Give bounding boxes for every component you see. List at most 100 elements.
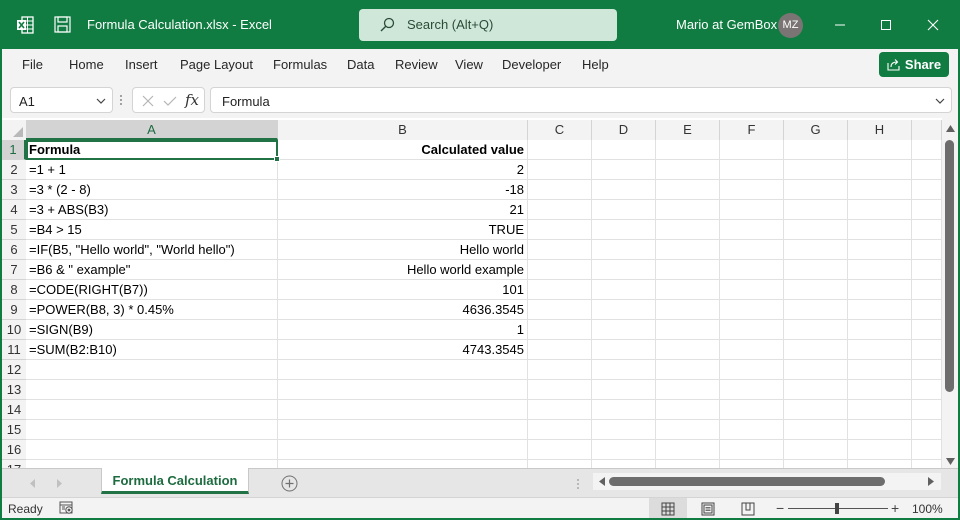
cell-g12[interactable] — [784, 360, 848, 380]
cell-a17[interactable] — [26, 460, 278, 468]
column-header-f[interactable]: F — [720, 120, 784, 140]
cell-c11[interactable] — [528, 340, 592, 360]
worksheet-grid[interactable]: A B C D E F G H 1 Formula Calculated value… — [2, 118, 958, 468]
menu-formulas[interactable]: Formulas — [273, 57, 327, 72]
cell-c14[interactable] — [528, 400, 592, 420]
cell-g4[interactable] — [784, 200, 848, 220]
cell-f6[interactable] — [720, 240, 784, 260]
cell-d7[interactable] — [592, 260, 656, 280]
cell-g2[interactable] — [784, 160, 848, 180]
menu-home[interactable]: Home — [69, 57, 104, 72]
column-header-h[interactable]: H — [848, 120, 912, 140]
cell-c5[interactable] — [528, 220, 592, 240]
normal-view-button[interactable] — [649, 498, 687, 519]
column-header-a[interactable]: A — [26, 120, 278, 140]
column-header-g[interactable]: G — [784, 120, 848, 140]
row-header-12[interactable]: 12 — [2, 360, 26, 380]
cell-i5[interactable] — [912, 220, 942, 240]
cell-i3[interactable] — [912, 180, 942, 200]
scroll-down-icon[interactable] — [946, 458, 955, 466]
menu-view[interactable]: View — [455, 57, 483, 72]
menu-review[interactable]: Review — [395, 57, 438, 72]
zoom-level[interactable]: 100% — [912, 502, 943, 516]
enter-check-icon[interactable] — [163, 94, 177, 108]
cell-b16[interactable] — [278, 440, 528, 460]
cell-h2[interactable] — [848, 160, 912, 180]
select-all-button[interactable] — [2, 120, 26, 140]
expand-formula-bar-icon[interactable] — [935, 96, 945, 106]
cell-e12[interactable] — [656, 360, 720, 380]
row-header-10[interactable]: 10 — [2, 320, 26, 340]
cell-g5[interactable] — [784, 220, 848, 240]
close-button[interactable] — [910, 8, 956, 42]
page-layout-view-button[interactable] — [689, 498, 727, 519]
cell-c1[interactable] — [528, 140, 592, 160]
cell-f3[interactable] — [720, 180, 784, 200]
cell-i6[interactable] — [912, 240, 942, 260]
cell-h14[interactable] — [848, 400, 912, 420]
row-header-6[interactable]: 6 — [2, 240, 26, 260]
column-header-c[interactable]: C — [528, 120, 592, 140]
cell-a9[interactable]: =POWER(B8, 3) * 0.45% — [26, 300, 278, 320]
cell-h10[interactable] — [848, 320, 912, 340]
zoom-slider-thumb[interactable] — [835, 503, 839, 514]
cell-d17[interactable] — [592, 460, 656, 468]
cell-d6[interactable] — [592, 240, 656, 260]
cell-d12[interactable] — [592, 360, 656, 380]
row-header-5[interactable]: 5 — [2, 220, 26, 240]
add-sheet-icon[interactable] — [281, 475, 298, 492]
cell-g15[interactable] — [784, 420, 848, 440]
cell-c10[interactable] — [528, 320, 592, 340]
cell-a10[interactable]: =SIGN(B9) — [26, 320, 278, 340]
cell-d8[interactable] — [592, 280, 656, 300]
cell-g14[interactable] — [784, 400, 848, 420]
cell-c4[interactable] — [528, 200, 592, 220]
cell-h9[interactable] — [848, 300, 912, 320]
cell-h6[interactable] — [848, 240, 912, 260]
cell-d1[interactable] — [592, 140, 656, 160]
search-box[interactable]: Search (Alt+Q) — [359, 9, 617, 41]
row-header-2[interactable]: 2 — [2, 160, 26, 180]
cell-e7[interactable] — [656, 260, 720, 280]
cell-i1[interactable] — [912, 140, 942, 160]
cell-e4[interactable] — [656, 200, 720, 220]
row-header-8[interactable]: 8 — [2, 280, 26, 300]
save-icon[interactable] — [54, 16, 71, 33]
cell-e8[interactable] — [656, 280, 720, 300]
cell-c8[interactable] — [528, 280, 592, 300]
cell-c6[interactable] — [528, 240, 592, 260]
menu-page-layout[interactable]: Page Layout — [180, 57, 253, 72]
cell-e6[interactable] — [656, 240, 720, 260]
cell-i2[interactable] — [912, 160, 942, 180]
cell-e11[interactable] — [656, 340, 720, 360]
cell-b5[interactable]: TRUE — [278, 220, 528, 240]
row-header-15[interactable]: 15 — [2, 420, 26, 440]
cell-i14[interactable] — [912, 400, 942, 420]
vertical-scroll-thumb[interactable] — [945, 140, 954, 392]
vertical-scrollbar[interactable] — [942, 118, 958, 468]
zoom-out-button[interactable]: − — [776, 500, 784, 516]
cell-d13[interactable] — [592, 380, 656, 400]
cell-a4[interactable]: =3 + ABS(B3) — [26, 200, 278, 220]
avatar[interactable]: MZ — [778, 13, 803, 38]
cell-b8[interactable]: 101 — [278, 280, 528, 300]
row-header-13[interactable]: 13 — [2, 380, 26, 400]
cell-f12[interactable] — [720, 360, 784, 380]
column-header-e[interactable]: E — [656, 120, 720, 140]
minimize-button[interactable] — [817, 8, 863, 42]
cell-f11[interactable] — [720, 340, 784, 360]
menu-help[interactable]: Help — [582, 57, 609, 72]
row-header-3[interactable]: 3 — [2, 180, 26, 200]
menu-data[interactable]: Data — [347, 57, 374, 72]
cell-b17[interactable] — [278, 460, 528, 468]
name-box[interactable]: A1 — [10, 87, 113, 113]
cell-e16[interactable] — [656, 440, 720, 460]
cell-a12[interactable] — [26, 360, 278, 380]
formula-input[interactable]: Formula — [210, 87, 952, 113]
row-header-9[interactable]: 9 — [2, 300, 26, 320]
resize-handle-icon[interactable] — [119, 93, 123, 107]
cell-i4[interactable] — [912, 200, 942, 220]
row-header-11[interactable]: 11 — [2, 340, 26, 360]
cell-g7[interactable] — [784, 260, 848, 280]
cell-i7[interactable] — [912, 260, 942, 280]
